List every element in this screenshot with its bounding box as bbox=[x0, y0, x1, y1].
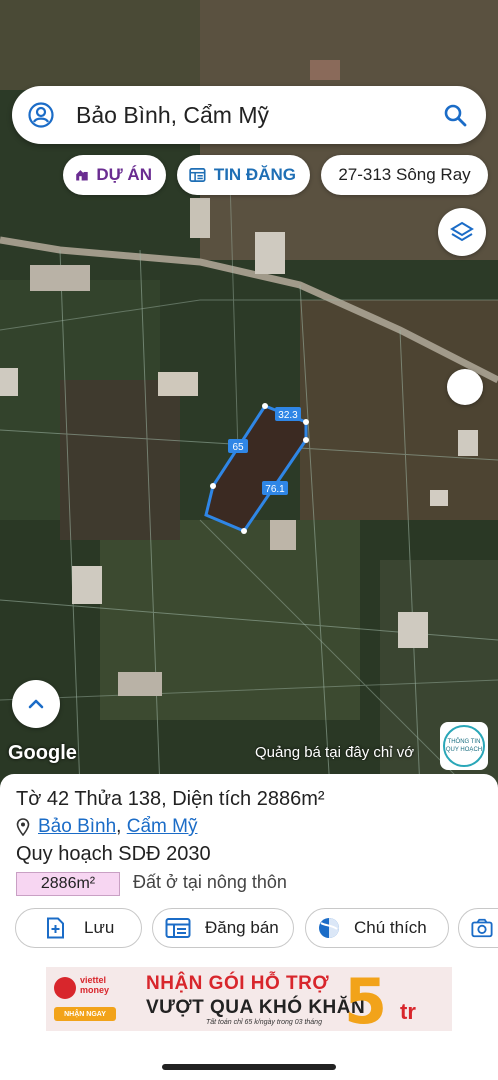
post-for-sale-button[interactable]: Đăng bán bbox=[152, 908, 294, 948]
parcel-edge-label: 32.3 bbox=[278, 410, 298, 421]
action-label: Lưu bbox=[84, 918, 115, 937]
home-building-icon bbox=[76, 170, 88, 181]
planning-info-badge[interactable]: THÔNG TIN QUY HOẠCH bbox=[440, 722, 488, 770]
ad-banner[interactable]: viettel money NHẬN NGAY NHẬN GÓI HỖ TRỢ V… bbox=[46, 967, 452, 1031]
chip-label: TIN ĐĂNG bbox=[213, 165, 296, 184]
brand-line: money bbox=[80, 985, 110, 995]
chip-du-an[interactable]: DỰ ÁN bbox=[63, 155, 166, 195]
legend-button[interactable]: Chú thích bbox=[305, 908, 449, 948]
district-link[interactable]: Cẩm Mỹ bbox=[127, 816, 198, 838]
chip-label: 27-313 Sông Ray bbox=[338, 165, 471, 184]
layers-button[interactable] bbox=[438, 208, 486, 256]
account-icon[interactable] bbox=[28, 102, 54, 128]
search-query[interactable]: Bảo Bình, Cẩm Mỹ bbox=[76, 102, 442, 129]
badge-line: THÔNG TIN bbox=[447, 739, 481, 745]
layers-icon bbox=[450, 221, 474, 242]
expand-sheet-button[interactable] bbox=[12, 680, 60, 728]
brand-line: viettel bbox=[80, 975, 107, 985]
ad-headline: VƯỢT QUA KHÓ KHĂN bbox=[146, 997, 366, 1018]
parcel-title: Tờ 42 Thửa 138, Diện tích 2886m² bbox=[16, 788, 325, 810]
action-label: Chú thích bbox=[354, 918, 427, 937]
location-separator: , bbox=[116, 816, 127, 837]
ad-amount: 5 bbox=[344, 967, 388, 1031]
chevron-up-icon bbox=[28, 699, 44, 709]
chip-label: DỰ ÁN bbox=[96, 165, 152, 184]
parcel-edge-label: 65 bbox=[232, 442, 244, 453]
search-bar[interactable]: Bảo Bình, Cẩm Mỹ bbox=[12, 86, 486, 144]
parcel-location: Bảo Bình, Cẩm Mỹ bbox=[16, 816, 197, 838]
ad-cta-button[interactable]: NHẬN NGAY bbox=[54, 1007, 116, 1021]
listing-board-icon bbox=[189, 168, 206, 182]
location-pin-icon bbox=[16, 818, 30, 836]
save-button[interactable]: Lưu bbox=[15, 908, 142, 948]
ad-fine-print: Tất toán chỉ 65 k/ngày trong 03 tháng bbox=[206, 1019, 322, 1026]
home-indicator[interactable] bbox=[162, 1064, 336, 1070]
planning-info-icon: THÔNG TIN QUY HOẠCH bbox=[443, 725, 485, 767]
google-attribution: Google bbox=[8, 742, 77, 764]
viettel-logo-icon bbox=[54, 977, 76, 999]
camera-icon bbox=[471, 918, 493, 938]
camera-button[interactable] bbox=[458, 908, 498, 948]
land-use-type: Đất ở tại nông thôn bbox=[133, 872, 287, 892]
search-icon[interactable] bbox=[442, 102, 468, 128]
chip-tin-dang[interactable]: TIN ĐĂNG bbox=[177, 155, 310, 195]
chip-parcel-code[interactable]: 27-313 Sông Ray bbox=[321, 155, 488, 195]
ad-brand: viettel money bbox=[80, 975, 109, 995]
area-badge: 2886m² bbox=[16, 872, 120, 896]
listing-icon bbox=[165, 918, 191, 938]
add-file-icon bbox=[47, 917, 64, 939]
legend-icon bbox=[319, 918, 339, 938]
map-ad-text[interactable]: Quảng bá tại đây chỉ vớ bbox=[255, 744, 440, 761]
ward-link[interactable]: Bảo Bình bbox=[38, 816, 116, 838]
parcel-edge-label: 76.1 bbox=[265, 484, 285, 495]
ad-headline: NHẬN GÓI HỖ TRỢ bbox=[146, 973, 330, 994]
planning-period: Quy hoạch SDĐ 2030 bbox=[16, 843, 211, 865]
satellite-map[interactable]: 32.3 65 76.1 Bảo Bình, Cẩm Mỹ DỰ ÁN TIN … bbox=[0, 0, 498, 790]
badge-line: QUY HOẠCH bbox=[445, 747, 483, 753]
ad-amount-unit: tr bbox=[400, 999, 416, 1024]
floating-toggle-button[interactable] bbox=[447, 369, 483, 405]
action-label: Đăng bán bbox=[205, 918, 279, 937]
